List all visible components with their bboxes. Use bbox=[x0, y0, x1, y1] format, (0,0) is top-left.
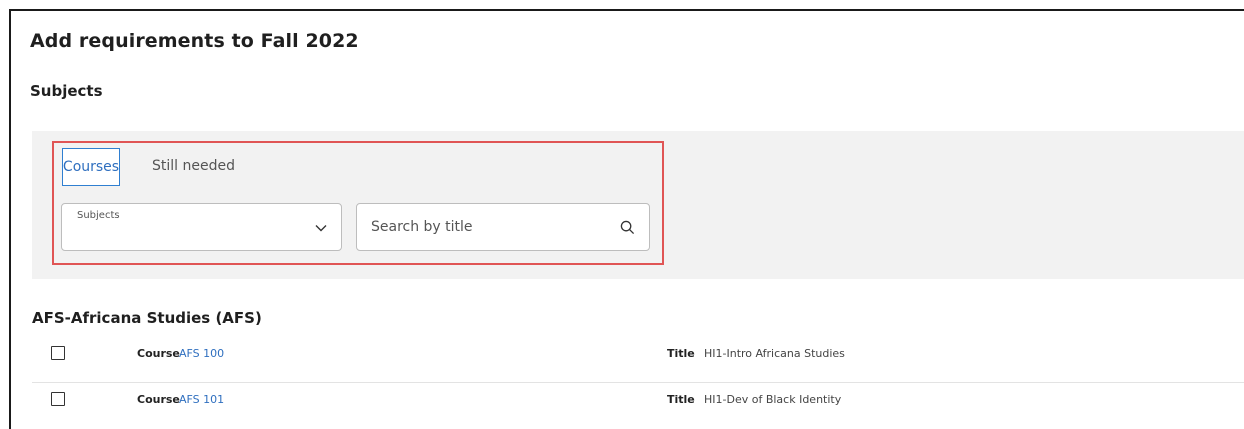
tab-still-needed[interactable]: Still needed bbox=[152, 158, 235, 174]
title-field-label: Title bbox=[667, 347, 695, 360]
course-checkbox[interactable] bbox=[51, 346, 65, 360]
course-code-link[interactable]: AFS 100 bbox=[179, 347, 224, 360]
course-title: HI1-Dev of Black Identity bbox=[704, 393, 842, 406]
chevron-down-icon bbox=[315, 225, 327, 232]
search-field bbox=[356, 203, 650, 251]
search-input[interactable] bbox=[371, 216, 601, 238]
page-title: Add requirements to Fall 2022 bbox=[30, 30, 359, 52]
course-field-label: Course bbox=[137, 347, 180, 360]
course-checkbox[interactable] bbox=[51, 392, 65, 406]
course-code-link[interactable]: AFS 101 bbox=[179, 393, 224, 406]
course-field-label: Course bbox=[137, 393, 180, 406]
subjects-select[interactable]: Subjects bbox=[61, 203, 342, 251]
course-row: Course AFS 100 Title HI1-Intro Africana … bbox=[32, 334, 1244, 374]
search-icon[interactable] bbox=[620, 220, 635, 235]
tab-courses[interactable]: Courses bbox=[62, 148, 120, 186]
course-title: HI1-Intro Africana Studies bbox=[704, 347, 845, 360]
section-title: Subjects bbox=[30, 82, 103, 100]
subject-group-title: AFS-Africana Studies (AFS) bbox=[32, 309, 262, 327]
course-row: Course AFS 101 Title HI1-Dev of Black Id… bbox=[32, 380, 1244, 420]
subjects-select-label: Subjects bbox=[77, 210, 120, 221]
title-field-label: Title bbox=[667, 393, 695, 406]
